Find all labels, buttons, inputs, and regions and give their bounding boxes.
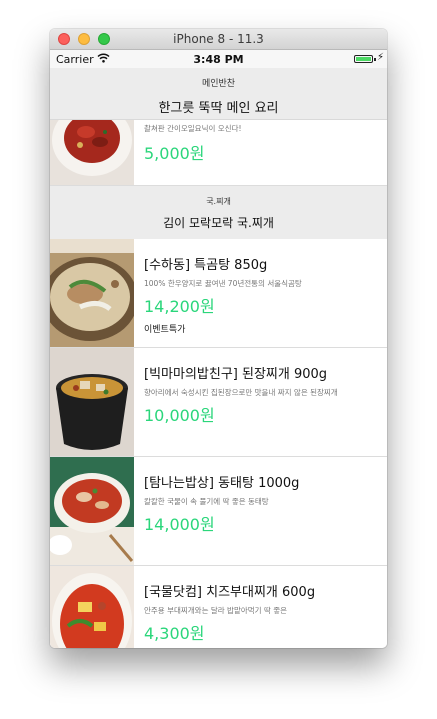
product-image [50,457,134,565]
product-description: 칼칼한 국물이 속 풀기에 딱 좋은 동태탕 [144,497,269,506]
status-bar: Carrier 3:48 PM ⚡ [50,50,387,68]
navigation-bar: 메인반찬 한그릇 뚝딱 메인 요리 [50,68,387,120]
list-item[interactable]: [수하동] 특곰탕 850g 100% 한우양지로 끓여낸 70년전통의 서울식… [50,239,387,348]
product-info: [빅마마의밥친구] 된장찌개 900g 향아리에서 숙성시킨 집된장으로만 맛을… [144,363,381,426]
product-image [50,348,134,456]
window-title: iPhone 8 - 11.3 [173,32,264,46]
product-badge: 이벤트특가 [144,325,186,335]
product-info: [탐나는밥상] 동태탕 1000g 칼칼한 국물이 속 풀기에 딱 좋은 동태탕… [144,472,381,535]
product-info: [수하동] 특곰탕 850g 100% 한우양지로 끓여낸 70년전통의 서울식… [144,254,381,335]
battery-tip [374,58,376,61]
product-image [50,120,134,185]
product-info: 촬쳐판 간이오일요닉이 오신다! 5,000원 [144,120,381,164]
list-item[interactable]: [탐나는밥상] 동태탕 1000g 칼칼한 국물이 속 풀기에 딱 좋은 동태탕… [50,457,387,566]
product-description: 촬쳐판 간이오일요닉이 오신다! [144,124,242,133]
product-image [50,566,134,648]
product-name: [수하동] 특곰탕 850g [144,258,268,273]
section-header: 국.찌개 김이 모락모락 국.찌개 [50,186,387,239]
product-name: [국물닷컴] 치즈부대찌개 600g [144,585,316,600]
simulator-window: iPhone 8 - 11.3 Carrier 3:48 PM ⚡ 메인반찬 한… [50,29,387,648]
list-item[interactable]: 촬쳐판 간이오일요닉이 오신다! 5,000원 [50,120,387,186]
product-description: 향아리에서 숙성시킨 집된장으로만 맛을내 짜지 않은 된장찌개 [144,388,338,397]
list-item[interactable]: [빅마마의밥친구] 된장찌개 900g 향아리에서 숙성시킨 집된장으로만 맛을… [50,348,387,457]
section-category-label: 국.찌개 [206,197,231,206]
nav-title: 한그릇 뚝딱 메인 요리 [158,101,279,116]
product-name: [탐나는밥상] 동태탕 1000g [144,476,300,491]
product-price: 4,300원 [144,624,205,643]
list-item[interactable]: [국물닷컴] 치즈부대찌개 600g 안주용 부대찌개와는 달라 밥맡아먹기 딱… [50,566,387,648]
product-price: 14,200원 [144,297,215,316]
product-info: [국물닷컴] 치즈부대찌개 600g 안주용 부대찌개와는 달라 밥맡아먹기 딱… [144,581,381,644]
product-price: 5,000원 [144,144,205,163]
window-titlebar: iPhone 8 - 11.3 [50,29,387,50]
status-time: 3:48 PM [193,53,244,66]
product-image [50,239,134,347]
product-name: [빅마마의밥친구] 된장찌개 900g [144,367,328,382]
nav-category-label: 메인반찬 [201,79,236,89]
battery-icon [354,55,373,63]
product-price: 10,000원 [144,406,215,425]
product-price: 14,000원 [144,515,215,534]
section-title: 김이 모락모락 국.찌개 [163,216,274,230]
product-description: 안주용 부대찌개와는 달라 밥맡아먹기 딱 좋은 [144,606,288,615]
product-list[interactable]: 촬쳐판 간이오일요닉이 오신다! 5,000원 국.찌개 김이 모락모락 국.찌… [50,120,387,648]
product-description: 100% 한우양지로 끓여낸 70년전통의 서울식곰탕 [144,279,302,288]
charging-bolt-icon: ⚡ [376,52,384,63]
